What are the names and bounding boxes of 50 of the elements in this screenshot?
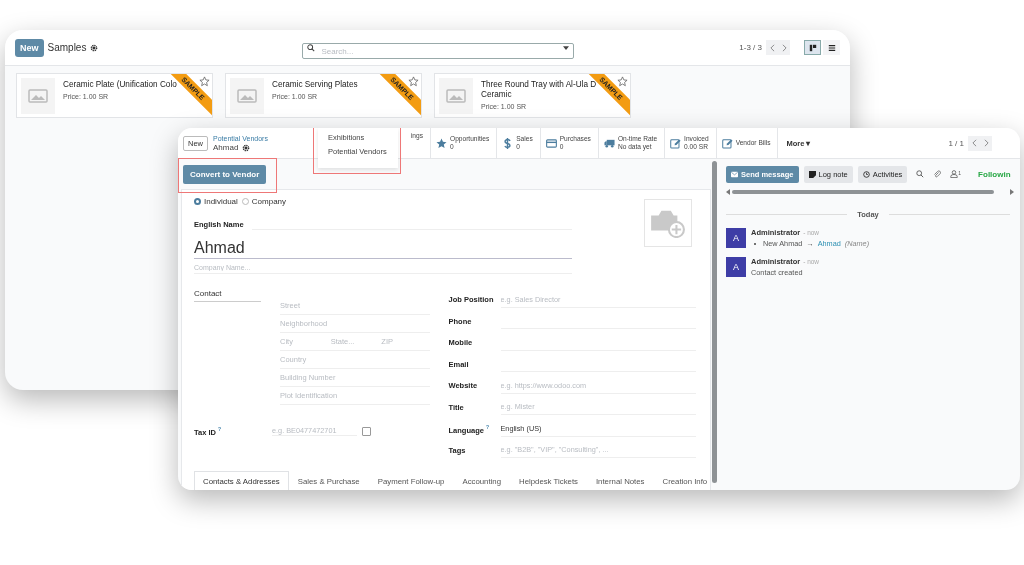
contact-label: Contact [194,289,261,302]
next-button[interactable] [980,135,992,151]
paperclip-icon[interactable] [933,170,942,178]
chevron-right-icon [983,139,989,147]
gear-icon[interactable] [90,43,99,52]
truck-icon [603,137,615,149]
convert-to-vendor-button[interactable]: Convert to Vendor [183,164,267,184]
product-name: Ceramic Plate (Unification Colo [63,80,177,90]
radio-option[interactable]: Company [241,197,287,206]
chevron-left-icon [971,139,977,147]
previous-button[interactable] [766,40,778,55]
previous-button[interactable] [968,135,980,151]
scrollbar[interactable] [712,161,717,483]
product-name: Ceramic [481,90,513,100]
credit-card-icon [545,137,557,149]
image-placeholder-icon [21,78,55,114]
chevron-left-icon [769,43,775,52]
pager: 1-3 / 3 [739,43,762,52]
kanban-view-button[interactable] [804,40,821,55]
gear-icon[interactable] [242,143,251,152]
kanban-icon [808,43,817,52]
radio-option[interactable]: Individual [194,197,238,206]
page-title: Samples [47,42,87,53]
list-view-button[interactable] [823,40,840,55]
checkbox[interactable] [362,426,371,436]
star-icon [436,137,447,149]
note-icon [808,170,816,178]
search-field[interactable]: Search... [302,43,575,59]
search-icon [307,43,316,52]
pager: 1 / 1 [948,138,964,148]
search-icon[interactable] [916,170,925,178]
dollar-icon [502,137,514,149]
image-placeholder-icon [439,78,473,114]
product-name: Three Round Tray with Al-Ula D [481,80,597,90]
envelope-icon [731,170,738,178]
list-icon [827,43,836,52]
name-field[interactable]: Ahmad [194,239,572,259]
avatar: A [726,228,746,248]
chevron-right-icon [781,43,787,52]
avatar: A [726,257,746,277]
edit-icon [721,137,733,149]
next-button[interactable] [778,40,790,55]
person-icon[interactable] [950,170,959,178]
record-name: Ahmad [213,143,239,152]
new-button[interactable]: New [15,38,44,57]
image-placeholder-icon [230,78,264,114]
edit-icon [670,137,682,149]
caret-icon[interactable] [563,45,570,50]
product-name: Ceramic Serving Plates [272,80,358,90]
clock-icon [862,170,870,178]
